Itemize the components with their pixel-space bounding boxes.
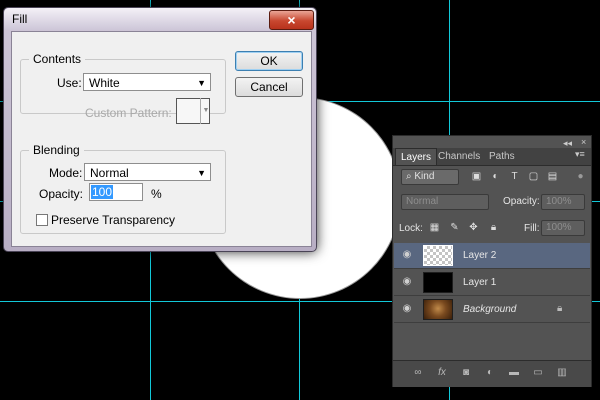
dialog-titlebar[interactable]: Fill × (4, 8, 316, 30)
layer-opacity-value: 100% (546, 196, 572, 207)
mode-select-value: Normal (90, 166, 129, 180)
mask-icon[interactable]: ◙ (459, 367, 473, 379)
layers-panel: ◂◂ × Layers Channels Paths ▾≡ ⌕ Kind ▣ ◐… (392, 135, 592, 387)
contents-legend: Contents (33, 52, 82, 66)
opacity-unit: % (151, 187, 162, 201)
filter-kind-value: Kind (414, 171, 435, 182)
layer-opacity-input[interactable]: 100% (541, 194, 585, 210)
ok-button[interactable]: OK (235, 51, 303, 71)
tab-paths[interactable]: Paths (484, 148, 520, 165)
close-button[interactable]: × (269, 10, 314, 30)
lock-transparent-icon[interactable]: ▦ (428, 222, 441, 234)
filter-kind-select[interactable]: ⌕ Kind (401, 169, 459, 185)
filter-toggle-icon[interactable]: ● (574, 171, 587, 183)
opacity-value: 100 (91, 185, 114, 199)
blending-legend: Blending (33, 143, 80, 157)
chevron-down-icon: ▼ (197, 168, 206, 178)
panel-tab-bar: Layers Channels Paths ▾≡ (393, 148, 591, 166)
custom-pattern-label: Custom Pattern: (85, 106, 172, 120)
trash-icon[interactable]: ▥ (555, 367, 569, 379)
layer-name: Layer 2 (463, 250, 497, 261)
opacity-label: Opacity: (39, 187, 84, 201)
link-icon[interactable]: ∞ (411, 367, 425, 379)
use-label: Use: (57, 76, 82, 90)
layer-row-background[interactable]: ◉ Background 🔒︎ (394, 297, 590, 323)
close-panel-icon[interactable]: × (581, 137, 586, 147)
blend-mode-value: Normal (406, 196, 439, 207)
chevron-down-icon: ▼ (200, 98, 211, 124)
eye-icon[interactable]: ◉ (400, 249, 414, 261)
tab-layers[interactable]: Layers (395, 148, 438, 165)
chevron-down-icon: ▼ (197, 78, 206, 88)
layer-opacity-label: Opacity: (503, 196, 540, 207)
layer-row-layer-1[interactable]: ◉ Layer 1 (394, 270, 590, 296)
panel-menu-icon[interactable]: ▾≡ (575, 149, 585, 160)
move-icon[interactable]: ✥ (467, 222, 480, 234)
new-layer-icon[interactable]: ▭ (531, 367, 545, 379)
mode-label: Mode: (49, 166, 83, 180)
dialog-body: Contents Use: White ▼ Custom Pattern: ▼ … (11, 31, 312, 247)
tab-channels[interactable]: Channels (433, 148, 485, 165)
eye-icon[interactable]: ◉ (400, 303, 414, 315)
layers-bottom-bar: ∞ fx ◙ ◐ ▬ ▭ ▥ (393, 360, 591, 387)
eye-icon[interactable]: ◉ (400, 276, 414, 288)
fill-label: Fill: (524, 223, 540, 234)
lock-icon[interactable]: 🔒︎ (487, 222, 500, 234)
folder-icon[interactable]: ▬ (507, 367, 521, 379)
shape-filter-icon[interactable]: ▢ (527, 171, 540, 183)
blend-mode-select[interactable]: Normal (401, 194, 489, 210)
layer-row-layer-2[interactable]: ◉ Layer 2 (394, 243, 590, 269)
opacity-input[interactable]: 100 (89, 183, 143, 201)
lock-icon: 🔒︎ (557, 303, 563, 314)
mode-select[interactable]: Normal ▼ (84, 163, 211, 181)
dialog-title: Fill (12, 12, 28, 26)
fx-icon[interactable]: fx (435, 367, 449, 379)
cancel-button[interactable]: Cancel (235, 77, 303, 97)
preserve-transparency-checkbox[interactable] (36, 214, 48, 226)
fill-dialog: Fill × Contents Use: White ▼ Custom Patt… (3, 7, 317, 252)
lock-label: Lock: (399, 223, 423, 234)
preserve-transparency-label: Preserve Transparency (51, 213, 176, 227)
layer-name: Background (463, 304, 517, 315)
layer-fill-value: 100% (546, 222, 572, 233)
pixel-filter-icon[interactable]: ▣ (470, 171, 483, 183)
layer-thumbnail (423, 299, 453, 320)
adjustment-filter-icon[interactable]: ◐ (489, 171, 502, 183)
type-filter-icon[interactable]: T (508, 171, 521, 183)
layer-name: Layer 1 (463, 277, 497, 288)
smart-object-filter-icon[interactable]: ▤ (546, 171, 559, 183)
layer-thumbnail (423, 245, 453, 266)
use-select[interactable]: White ▼ (83, 73, 211, 91)
layer-thumbnail (423, 272, 453, 293)
layer-fill-input[interactable]: 100% (541, 220, 585, 236)
adjustment-layer-icon[interactable]: ◐ (483, 367, 497, 379)
brush-icon[interactable]: ✎ (448, 222, 461, 234)
use-select-value: White (89, 76, 120, 90)
